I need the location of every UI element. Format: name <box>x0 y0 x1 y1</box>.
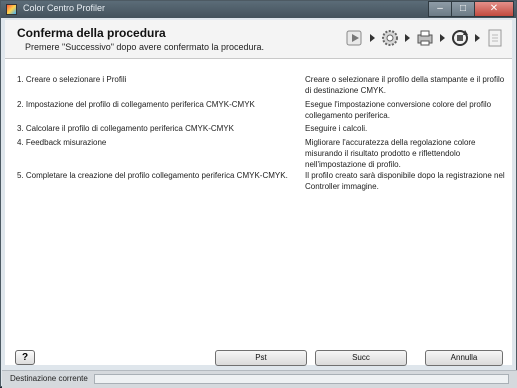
procedure-step: 1. Creare o selezionare i Profili <box>17 75 127 84</box>
gear-icon <box>379 27 401 49</box>
play-icon <box>344 27 366 49</box>
step-arrow <box>475 34 480 42</box>
page-subtitle: Premere "Successivo" dopo avere conferma… <box>25 42 265 52</box>
status-progress <box>94 374 509 384</box>
close-button[interactable]: ✕ <box>474 1 514 17</box>
procedure-description: Creare o selezionare il profilo della st… <box>305 75 505 95</box>
document-icon <box>484 27 506 49</box>
step-indicator <box>344 23 506 53</box>
help-button[interactable]: ? <box>15 350 35 365</box>
procedure-description: Migliorare l'accuratezza della regolazio… <box>305 138 476 169</box>
app-icon <box>6 4 17 15</box>
sync-icon <box>449 27 471 49</box>
step-arrow <box>405 34 410 42</box>
procedure-description: Eseguire i calcoli. <box>305 124 368 133</box>
next-button[interactable]: Succ <box>315 350 407 366</box>
procedure-description: Esegue l'impostazione conversione colore… <box>305 100 492 120</box>
procedure-step: 2. Impostazione del profilo di collegame… <box>17 100 255 109</box>
maximize-button[interactable]: □ <box>451 1 475 17</box>
status-bar: Destinazione corrente <box>2 370 517 388</box>
page-header: Conferma della procedura Premere "Succes… <box>5 20 512 59</box>
procedure-step: 4. Feedback misurazione <box>17 138 107 147</box>
page-title: Conferma della procedura <box>17 26 166 40</box>
status-label: Destinazione corrente <box>10 374 88 383</box>
client-area: Conferma della procedura Premere "Succes… <box>5 20 512 365</box>
window-title: Color Centro Profiler <box>23 3 106 13</box>
previous-button[interactable]: Pst <box>215 350 307 366</box>
step-arrow <box>440 34 445 42</box>
procedure-step: 3. Calcolare il profilo di collegamento … <box>17 124 234 133</box>
procedure-description: Il profilo creato sarà disponibile dopo … <box>305 171 505 191</box>
window-controls: – □ ✕ <box>428 1 514 18</box>
cancel-button[interactable]: Annulla <box>425 350 503 366</box>
procedure-step: 5. Completare la creazione del profilo c… <box>17 171 288 180</box>
app-window: Color Centro Profiler – □ ✕ Conferma del… <box>0 0 517 388</box>
title-bar[interactable]: Color Centro Profiler – □ ✕ <box>1 1 516 18</box>
step-arrow <box>370 34 375 42</box>
printer-icon <box>414 27 436 49</box>
minimize-button[interactable]: – <box>428 1 452 17</box>
